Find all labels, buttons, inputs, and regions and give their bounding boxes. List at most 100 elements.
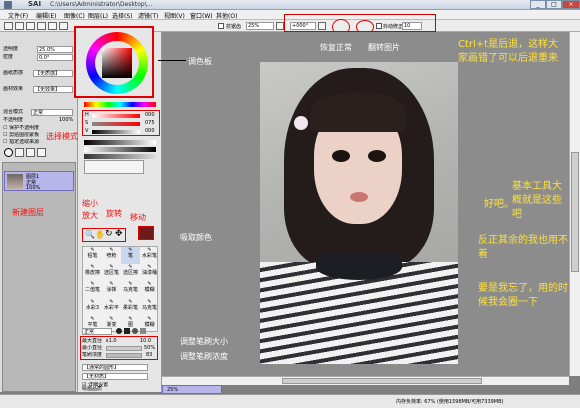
opacity-row: 透明度 25.0% bbox=[3, 46, 75, 53]
color-swatch-rows bbox=[84, 140, 156, 159]
delete-layer-button[interactable] bbox=[37, 148, 46, 157]
anti-alias-checkbox[interactable] bbox=[218, 23, 224, 29]
tool-airbrush-label: 喷枪 bbox=[106, 253, 117, 259]
slider-h[interactable]: H 000 bbox=[85, 112, 159, 119]
gray-ramp[interactable] bbox=[84, 140, 156, 145]
slider-s[interactable]: S 075 bbox=[85, 120, 159, 127]
tool-soft-pen-label: 柔彩笔 bbox=[122, 304, 138, 311]
tool-marker-2[interactable]: ✎ 马克笔 bbox=[140, 299, 159, 316]
horizontal-scroll-thumb[interactable] bbox=[282, 378, 482, 384]
color-wheel-box bbox=[74, 26, 154, 98]
brush-density-value: 83 bbox=[146, 352, 153, 358]
show-selection-button[interactable] bbox=[37, 22, 46, 30]
zoom-select[interactable]: 25% bbox=[246, 22, 274, 30]
brush-min-row[interactable]: 最小直径 50% bbox=[82, 345, 156, 352]
copy-layer-button[interactable] bbox=[26, 148, 35, 157]
menu-file[interactable]: 文件(F) bbox=[8, 11, 28, 20]
layer-opacity: 100% bbox=[26, 185, 41, 191]
menu-filter[interactable]: 滤镜(T) bbox=[138, 11, 158, 20]
minimize-button[interactable]: _ bbox=[530, 0, 546, 9]
tool-binary-pen[interactable]: ✎ 二值笔 bbox=[83, 281, 102, 298]
gray-ramp-2[interactable] bbox=[84, 147, 156, 152]
color-wheel[interactable] bbox=[86, 32, 148, 94]
vertical-scrollbar[interactable] bbox=[569, 32, 580, 376]
menu-select[interactable]: 选择(S) bbox=[112, 11, 133, 20]
opacity-value[interactable]: 25.0% bbox=[37, 46, 73, 53]
photo-bangs bbox=[310, 92, 406, 132]
note-rest: 反正其余的我也用不着 bbox=[478, 235, 568, 260]
vertical-scroll-thumb[interactable] bbox=[571, 152, 579, 272]
annotation-flip: 翻转图片 bbox=[368, 43, 400, 52]
tool-soft-pen[interactable]: ✎ 柔彩笔 bbox=[121, 299, 140, 316]
menu-view[interactable]: 视图(V) bbox=[164, 11, 185, 20]
tool-watercolor[interactable]: ✎ 水彩笔 bbox=[140, 247, 159, 264]
move-tool-icon[interactable]: ✥ bbox=[115, 229, 123, 239]
preset-shape-3[interactable] bbox=[132, 328, 138, 334]
tool-marker[interactable]: ✎ 马克笔 bbox=[121, 281, 140, 298]
gray-ramp-3[interactable] bbox=[84, 154, 156, 159]
deselect-button[interactable] bbox=[15, 22, 24, 30]
tool-blur-2-label: 模糊 bbox=[144, 321, 155, 328]
color-history[interactable] bbox=[84, 160, 144, 174]
brush-size-row[interactable]: 最大直径 x1.0 10.0 bbox=[82, 338, 156, 345]
tool-airbrush[interactable]: ✎ 喷枪 bbox=[102, 247, 121, 264]
canvas-image[interactable] bbox=[260, 62, 458, 364]
brush-shape-select[interactable]: 【通常的圆形】 bbox=[82, 364, 148, 371]
menu-other[interactable]: 其他(O) bbox=[216, 11, 237, 20]
tool-select-pen[interactable]: ✎ 选区笔 bbox=[102, 264, 121, 281]
canvas-tab[interactable]: 25% bbox=[162, 385, 222, 394]
slider-h-track bbox=[92, 114, 140, 118]
tool-pencil-label: 铅笔 bbox=[87, 253, 98, 259]
close-button[interactable]: × bbox=[562, 0, 580, 9]
zoom-minus-button[interactable] bbox=[276, 22, 284, 30]
brush-min-label: 最小直径 bbox=[82, 345, 103, 351]
preset-shape-4[interactable] bbox=[140, 328, 146, 334]
preset-shape-2[interactable] bbox=[124, 328, 130, 334]
texture-select[interactable]: 【无质感】 bbox=[33, 70, 73, 77]
tool-watercolor-3[interactable]: ✎ 水彩3 bbox=[83, 299, 102, 316]
tool-smudge[interactable]: ✎ 涂抹 bbox=[102, 281, 121, 298]
photo-mouth bbox=[350, 192, 368, 202]
rotate-tool-icon[interactable]: ↻ bbox=[105, 229, 113, 239]
zoom-out-button[interactable] bbox=[59, 22, 68, 30]
main-color-swatch[interactable] bbox=[138, 226, 154, 240]
tool-eraser[interactable]: ✎ 橡皮擦 bbox=[83, 264, 102, 281]
maximize-button[interactable]: □ bbox=[546, 0, 562, 9]
slider-s-value: 075 bbox=[145, 120, 155, 126]
menu-image[interactable]: 图像(C) bbox=[64, 11, 85, 20]
tool-select-eraser[interactable]: ✎ 选区擦 bbox=[121, 264, 140, 281]
layer-list: 图层1 正常 100% bbox=[2, 162, 76, 392]
rgb-slider-strip[interactable] bbox=[84, 102, 156, 107]
zoom-tool-icon[interactable]: 🔍 bbox=[85, 230, 95, 239]
brush-density-row[interactable]: 笔刷浓度 83 bbox=[82, 352, 156, 359]
zoom-in-button[interactable] bbox=[48, 22, 57, 30]
blend-select[interactable]: 正常 bbox=[31, 109, 73, 116]
tool-blur[interactable]: ✎ 模糊 bbox=[140, 281, 159, 298]
tool-bucket-label: 油漆桶 bbox=[141, 270, 157, 277]
tool-bucket[interactable]: ✎ 油漆桶 bbox=[140, 264, 159, 281]
brush-texture-select[interactable]: 【无材质】 bbox=[82, 373, 148, 380]
menu-layer[interactable]: 图层(L) bbox=[88, 11, 108, 20]
select-tool-button[interactable] bbox=[4, 22, 13, 30]
tool-watercolor-flat[interactable]: ✎ 水彩平 bbox=[102, 299, 121, 316]
brush-extra-row[interactable]: 绘画品质 bbox=[82, 386, 152, 393]
slider-v[interactable]: V 000 bbox=[85, 128, 159, 135]
menu-window[interactable]: 窗口(W) bbox=[190, 11, 213, 20]
brush-mode-select[interactable]: 正常 bbox=[82, 328, 112, 335]
density-value[interactable]: 0.0° bbox=[37, 54, 73, 61]
horizontal-scrollbar[interactable] bbox=[162, 376, 569, 385]
tool-pencil[interactable]: ✎ 铅笔 bbox=[83, 247, 102, 264]
new-set-button[interactable] bbox=[15, 148, 24, 157]
effect-select[interactable]: 【无效果】 bbox=[33, 86, 73, 93]
layer-thumbnail bbox=[7, 174, 23, 189]
preset-shape-1[interactable] bbox=[116, 328, 122, 334]
menu-edit[interactable]: 编辑(E) bbox=[36, 11, 56, 20]
tool-brush[interactable]: ✎ 笔 bbox=[121, 247, 140, 265]
new-layer-button[interactable] bbox=[4, 148, 13, 157]
annotation-new-layer: 新建图层 bbox=[12, 208, 44, 217]
hand-tool-icon[interactable]: ✋ bbox=[95, 230, 105, 239]
layer-item[interactable]: 图层1 正常 100% bbox=[4, 171, 74, 191]
brush-size-label: 最大直径 bbox=[82, 338, 103, 344]
invert-selection-button[interactable] bbox=[26, 22, 35, 30]
color-square[interactable] bbox=[102, 48, 132, 78]
